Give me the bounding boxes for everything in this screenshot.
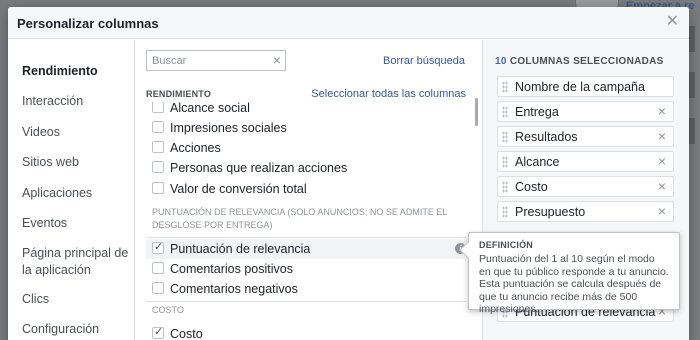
metrics-list: Alcance social Impresiones sociales Acci…	[136, 102, 471, 340]
nav-item-aplicaciones[interactable]: Aplicaciones	[22, 185, 132, 202]
drag-handle-icon[interactable]	[502, 106, 508, 118]
list-item-label: Impresiones sociales	[170, 121, 287, 135]
drag-handle-icon[interactable]	[502, 181, 508, 193]
tooltip-body: Puntuación del 1 al 10 según el modo en …	[479, 253, 669, 315]
nav-item-clics[interactable]: Clics	[22, 291, 132, 308]
metrics-panel: × Borrar búsqueda RENDIMIENTO Selecciona…	[136, 40, 478, 340]
search-input[interactable]	[152, 53, 270, 68]
relevance-subheading: PUNTUACIÓN DE RELEVANCIA (SOLO ANUNCIOS;…	[152, 207, 448, 230]
nav-item-eventos[interactable]: Eventos	[22, 215, 132, 232]
nav-item-configuracion[interactable]: Configuración	[22, 321, 132, 338]
close-icon[interactable]: ✕	[666, 14, 679, 30]
nav-item-interaccion[interactable]: Interacción	[22, 93, 132, 110]
checkbox[interactable]	[152, 262, 164, 274]
list-item-label: Alcance social	[170, 102, 250, 115]
list-item[interactable]: Impresiones sociales	[152, 118, 470, 138]
clear-search-icon[interactable]: ×	[273, 52, 281, 68]
list-item-label: Costo	[170, 327, 203, 340]
cost-subheading: COSTO	[152, 305, 184, 315]
section-label: RENDIMIENTO	[146, 89, 212, 99]
list-item[interactable]: Comentarios negativos	[152, 279, 470, 299]
list-item-label: Acciones	[170, 141, 221, 155]
checkbox-checked[interactable]	[152, 325, 164, 339]
selected-column-label: Costo	[515, 180, 548, 194]
list-item-label: Comentarios negativos	[170, 282, 298, 296]
drag-handle-icon[interactable]	[502, 131, 508, 143]
selected-count-heading: 10 COLUMNAS SELECCIONADAS	[495, 56, 664, 67]
dialog-header: Personalizar columnas ✕	[8, 7, 689, 39]
customize-columns-dialog: Personalizar columnas ✕ Rendimiento Inte…	[8, 7, 689, 340]
list-item-label: Comentarios positivos	[170, 262, 293, 276]
selected-column-label: Entrega	[515, 105, 559, 119]
search-box: ×	[146, 50, 286, 71]
list-item[interactable]: Acciones	[152, 138, 470, 158]
list-item[interactable]: Alcance social	[152, 102, 470, 118]
category-nav: Rendimiento Interacción Videos Sitios we…	[8, 40, 135, 340]
selected-column[interactable]: Nombre de la campaña	[497, 76, 674, 97]
selected-count-label: COLUMNAS SELECCIONADAS	[509, 56, 664, 67]
clear-search-link[interactable]: Borrar búsqueda	[383, 55, 465, 67]
checkbox[interactable]	[152, 102, 164, 113]
selected-column[interactable]: Presupuesto ×	[497, 201, 674, 222]
checkbox-checked[interactable]	[152, 240, 164, 254]
checkbox[interactable]	[152, 182, 164, 194]
remove-icon[interactable]: ×	[658, 103, 666, 119]
list-item[interactable]: Comentarios positivos	[152, 259, 470, 279]
checkbox[interactable]	[152, 121, 164, 133]
selected-count: 10	[495, 56, 507, 67]
selected-column[interactable]: Costo ×	[497, 176, 674, 197]
selected-column-label: Resultados	[515, 130, 578, 144]
list-item[interactable]: Personas que realizan acciones	[152, 158, 470, 178]
selected-column-label: Presupuesto	[515, 205, 586, 219]
drag-handle-icon[interactable]	[502, 156, 508, 168]
list-item[interactable]: Valor de conversión total	[152, 179, 470, 199]
list-item[interactable]: Costo	[152, 324, 470, 340]
checkbox[interactable]	[152, 141, 164, 153]
dialog-title: Personalizar columnas	[17, 16, 159, 31]
nav-item-pagina-principal[interactable]: Página principal de la aplicación	[22, 245, 132, 279]
selected-column-label: Nombre de la campaña	[515, 80, 645, 94]
tooltip-title: DEFINICIÓN	[479, 240, 534, 250]
section-header: RENDIMIENTO Seleccionar todas las column…	[146, 86, 466, 102]
list-item-label: Valor de conversión total	[170, 182, 307, 196]
list-scrollbar[interactable]	[475, 98, 478, 126]
list-item-relevance-score[interactable]: Puntuación de relevancia i	[146, 239, 471, 259]
select-all-link[interactable]: Seleccionar todas las columnas	[311, 88, 466, 100]
nav-item-videos[interactable]: Videos	[22, 124, 132, 141]
nav-item-sitios-web[interactable]: Sitios web	[22, 154, 132, 171]
nav-item-rendimiento[interactable]: Rendimiento	[22, 63, 132, 80]
remove-icon[interactable]: ×	[658, 128, 666, 144]
checkbox[interactable]	[152, 282, 164, 294]
drag-handle-icon[interactable]	[502, 206, 508, 218]
list-item-label: Personas que realizan acciones	[170, 161, 348, 175]
remove-icon[interactable]: ×	[658, 153, 666, 169]
selected-column[interactable]: Resultados ×	[497, 126, 674, 147]
checkbox[interactable]	[152, 161, 164, 173]
remove-icon[interactable]: ×	[658, 178, 666, 194]
divider	[146, 237, 466, 238]
selected-column[interactable]: Entrega ×	[497, 101, 674, 122]
definition-tooltip: DEFINICIÓN Puntuación del 1 al 10 según …	[459, 232, 680, 315]
divider	[146, 301, 466, 302]
list-item-label: Puntuación de relevancia	[170, 242, 311, 256]
selected-column-label: Alcance	[515, 155, 560, 169]
remove-icon[interactable]: ×	[658, 203, 666, 219]
drag-handle-icon[interactable]	[502, 81, 508, 93]
selected-column[interactable]: Alcance ×	[497, 151, 674, 172]
